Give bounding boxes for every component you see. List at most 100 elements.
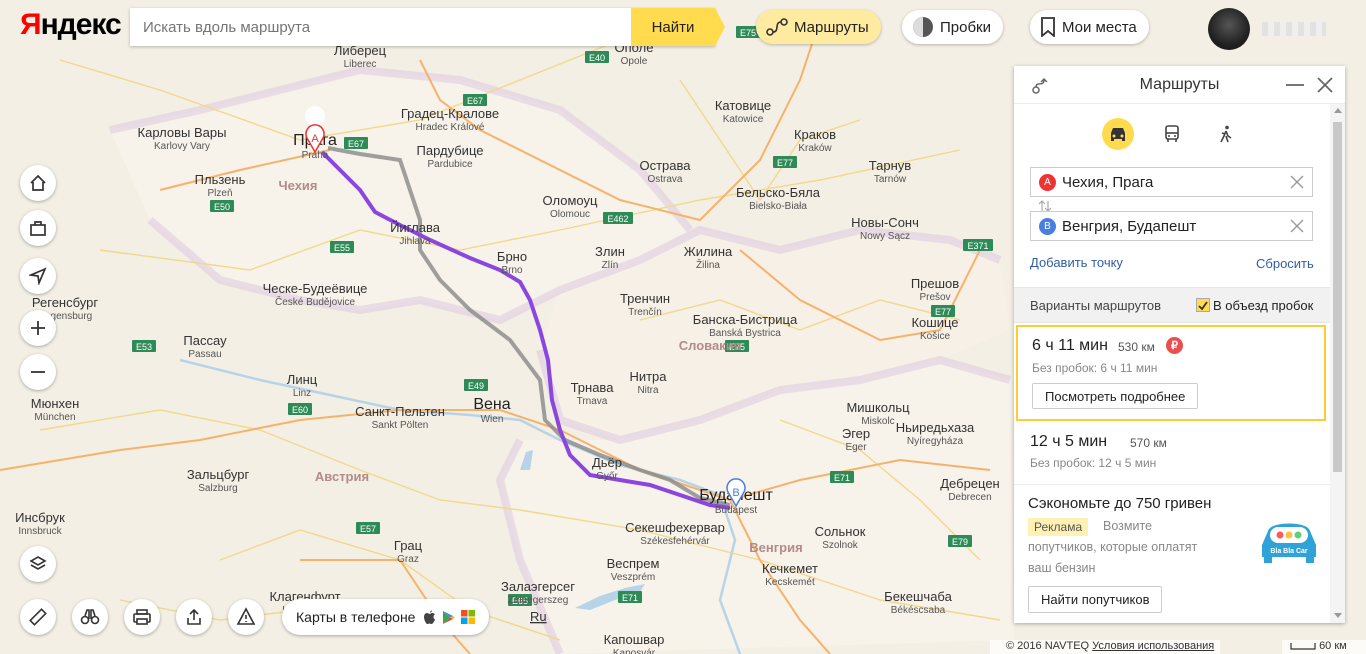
transit-mode-button[interactable] bbox=[1156, 118, 1188, 150]
road-shield-label: E77 bbox=[777, 158, 793, 168]
road-shield: E71 bbox=[618, 591, 642, 603]
routes-button[interactable]: Маршруты bbox=[756, 10, 881, 44]
reset-link[interactable]: Сбросить bbox=[1256, 256, 1314, 271]
region-label: Словакия bbox=[679, 338, 742, 353]
point-b-marker: B bbox=[1039, 218, 1056, 235]
username-blurred[interactable] bbox=[1262, 22, 1326, 36]
city-label: Зальцбург bbox=[187, 467, 250, 482]
city-latin-label: Graz bbox=[397, 554, 419, 565]
find-fellow-travelers-button[interactable]: Найти попутчиков bbox=[1028, 586, 1163, 613]
city-label: Санкт-Пельтен bbox=[355, 404, 445, 419]
clear-a-icon[interactable] bbox=[1290, 175, 1304, 194]
city-label: Тренчин bbox=[620, 291, 670, 306]
my-places-label: Мои места bbox=[1062, 18, 1137, 36]
city-latin-label: Veszprém bbox=[611, 572, 655, 583]
city-latin-label: Liberec bbox=[344, 59, 377, 70]
clear-b-icon[interactable] bbox=[1290, 219, 1304, 238]
city-latin-label: Prešov bbox=[919, 292, 950, 303]
road-shield-label: E67 bbox=[467, 96, 483, 106]
city-latin-label: Karlovy Vary bbox=[154, 141, 210, 152]
traffic-button[interactable]: Пробки bbox=[902, 10, 1003, 44]
city-label: Пассау bbox=[183, 333, 227, 348]
city-label: Нитра bbox=[629, 369, 667, 384]
layers-button[interactable] bbox=[20, 546, 56, 582]
city-latin-label: München bbox=[34, 412, 75, 423]
apple-icon bbox=[424, 610, 436, 624]
scroll-down-icon[interactable] bbox=[1334, 613, 1342, 618]
maps-in-phone-button[interactable]: Карты в телефоне bbox=[282, 599, 490, 635]
work-button[interactable] bbox=[20, 210, 56, 246]
search-input[interactable] bbox=[130, 8, 630, 46]
region-label: Чехия bbox=[279, 178, 318, 193]
share-button[interactable] bbox=[176, 599, 212, 635]
point-b-field[interactable]: B Венгрия, Будапешт bbox=[1030, 211, 1313, 241]
panorama-button[interactable] bbox=[72, 599, 108, 635]
scroll-up-icon[interactable] bbox=[1334, 108, 1342, 113]
ruler-button[interactable] bbox=[20, 599, 56, 635]
add-point-link[interactable]: Добавить точку bbox=[1030, 255, 1123, 270]
minimize-button[interactable] bbox=[1286, 84, 1304, 86]
city-label: Злин bbox=[595, 244, 625, 259]
road-shield: E60 bbox=[288, 403, 312, 415]
city-label: Грац bbox=[394, 538, 423, 553]
city-label: Тарнув bbox=[869, 158, 911, 173]
point-a-field[interactable]: A Чехия, Прага bbox=[1030, 167, 1313, 197]
city-label: Бекешчаба bbox=[884, 589, 952, 604]
road-shield-label: E55 bbox=[334, 243, 350, 253]
road-shield: E55 bbox=[330, 241, 354, 253]
car-mode-button[interactable] bbox=[1102, 118, 1134, 150]
zoom-in-button[interactable] bbox=[20, 310, 56, 346]
city-label: Трнава bbox=[571, 380, 615, 395]
routes-panel: Маршруты A Чехия, Прага B Венгрия, Будап… bbox=[1014, 66, 1345, 623]
scale-text: 60 км bbox=[1319, 640, 1347, 652]
avoid-traffic-checkbox[interactable] bbox=[1196, 298, 1210, 312]
maps-in-phone-label: Карты в телефоне bbox=[296, 609, 416, 625]
briefcase-icon bbox=[30, 221, 46, 236]
navigation-arrow-icon bbox=[29, 267, 47, 285]
city-label: Капошвар bbox=[604, 632, 665, 647]
city-label: Дебрецен bbox=[940, 476, 1000, 491]
road-shield: E40 bbox=[585, 51, 609, 63]
city-latin-label: České Budějovice bbox=[275, 295, 355, 308]
route-option-1[interactable]: 6 ч 11 мин 530 км ₽ Без пробок: 6 ч 11 м… bbox=[1016, 325, 1326, 421]
panel-scrollbar[interactable] bbox=[1330, 104, 1345, 623]
city-label: Веспрем bbox=[607, 556, 660, 571]
logo-text: Яндекс bbox=[20, 8, 122, 41]
city-label: Пардубице bbox=[417, 143, 484, 158]
home-button[interactable] bbox=[20, 165, 56, 201]
city-latin-label: Žilina bbox=[696, 258, 720, 271]
city-label: Катовице bbox=[715, 98, 771, 113]
route-option-2[interactable]: 12 ч 5 мин 570 км Без пробок: 12 ч 5 мин bbox=[1016, 426, 1326, 484]
search-button[interactable]: Найти bbox=[631, 8, 725, 46]
home-icon bbox=[30, 174, 46, 191]
avatar[interactable] bbox=[1208, 8, 1250, 50]
road-shield: E71 bbox=[830, 471, 854, 483]
road-shield-label: E40 bbox=[589, 53, 605, 63]
city-label: Кошице bbox=[911, 315, 958, 330]
city-latin-label: Kecskemét bbox=[765, 577, 815, 588]
city-latin-label: Eger bbox=[845, 442, 867, 453]
walk-mode-button[interactable] bbox=[1210, 118, 1242, 150]
city-latin-label: Trnava bbox=[577, 396, 608, 407]
city-label: Новы-Сонч bbox=[851, 215, 919, 230]
my-places-button[interactable]: Мои места bbox=[1030, 10, 1149, 44]
print-button[interactable] bbox=[124, 599, 160, 635]
zoom-out-button[interactable] bbox=[20, 354, 56, 390]
pedestrian-icon bbox=[1220, 125, 1232, 143]
locate-button[interactable] bbox=[20, 258, 56, 294]
terms-link[interactable]: Условия использования bbox=[1092, 640, 1214, 652]
bookmark-icon bbox=[1040, 17, 1056, 37]
city-label: Оломоуц bbox=[543, 193, 598, 208]
blablacar-logo[interactable]: Bla Bla Car bbox=[1258, 515, 1320, 565]
view-details-button[interactable]: Посмотреть подробнее bbox=[1032, 383, 1199, 409]
scrollbar-thumb[interactable] bbox=[1333, 122, 1342, 472]
bus-icon bbox=[1165, 125, 1179, 142]
city-latin-label: Debrecen bbox=[948, 492, 991, 503]
city-label: Кечкемет bbox=[762, 561, 818, 576]
report-button[interactable] bbox=[228, 599, 264, 635]
city-latin-label: Innsbruck bbox=[18, 526, 62, 537]
city-label: Жилина bbox=[684, 244, 733, 259]
close-icon[interactable] bbox=[1316, 76, 1334, 99]
yandex-logo[interactable]: Яндекс bbox=[20, 8, 122, 42]
city-latin-label: Pardubice bbox=[427, 159, 472, 170]
